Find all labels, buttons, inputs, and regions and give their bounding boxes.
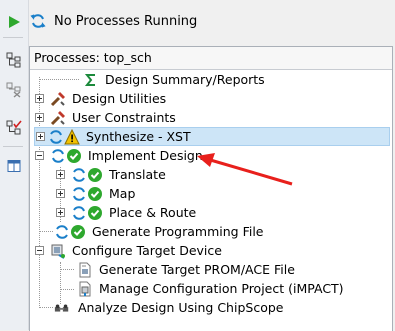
run-button[interactable]	[4, 12, 24, 32]
tree-item-generate-programming-file[interactable]: Generate Programming File	[54, 222, 264, 241]
refresh-icon	[71, 167, 87, 183]
refresh-icon	[54, 224, 70, 240]
tree-item-label: Configure Target Device	[72, 243, 222, 258]
tree-item-label: User Constraints	[72, 110, 176, 125]
tree-connector	[39, 231, 53, 232]
tree-item-label: Generate Programming File	[92, 224, 264, 239]
process-properties-button[interactable]	[4, 118, 24, 138]
collapse-toggle[interactable]	[35, 151, 44, 160]
target-device-icon	[50, 243, 66, 259]
tree-item-label: Analyze Design Using ChipScope	[78, 300, 284, 315]
tree-item-implement-design[interactable]: Implement Design	[35, 146, 203, 165]
tree-item-synthesize-xst[interactable]: Synthesize - XST	[34, 127, 390, 146]
annotation-arrow	[197, 153, 293, 186]
tree-item-label: Implement Design	[88, 148, 203, 163]
chipscope-icon	[54, 300, 70, 316]
refresh-icon	[48, 129, 64, 145]
check-icon	[87, 186, 103, 202]
tree-item-analyze-chipscope[interactable]: Analyze Design Using ChipScope	[54, 298, 283, 317]
prom-file-icon	[77, 262, 93, 278]
check-icon	[70, 224, 86, 240]
window-icon	[7, 160, 21, 172]
collapse-toggle[interactable]	[35, 246, 44, 255]
tree-item-label: Translate	[109, 167, 166, 182]
refresh-icon	[30, 14, 46, 28]
process-status: No Processes Running	[30, 10, 197, 32]
tools-icon	[50, 91, 66, 107]
warning-icon	[64, 128, 80, 145]
expand-toggle[interactable]	[35, 113, 44, 122]
tree-item-generate-target-prom[interactable]: Generate Target PROM/ACE File	[77, 260, 295, 279]
sigma-icon	[83, 72, 99, 88]
tree-item-label: Synthesize - XST	[86, 129, 191, 144]
expand-toggle[interactable]	[56, 208, 65, 217]
tree-expand-icon	[6, 52, 21, 68]
refresh-icon	[50, 148, 66, 164]
tree-item-label: Map	[109, 186, 136, 201]
tree-item-translate[interactable]: Translate	[56, 165, 166, 184]
check-icon	[66, 148, 82, 164]
tree-item-design-utilities[interactable]: Design Utilities	[35, 89, 166, 108]
check-icon	[87, 167, 103, 183]
tree-item-label: Design Utilities	[72, 91, 167, 106]
panel-header: Processes: top_sch	[30, 47, 392, 70]
expand-all-button[interactable]	[4, 50, 24, 70]
tools-icon	[50, 110, 66, 126]
tree-item-manage-configuration-project[interactable]: Manage Configuration Project (iMPACT)	[77, 279, 344, 298]
tree-connector	[60, 269, 74, 270]
tree-connector	[39, 307, 53, 308]
expand-toggle[interactable]	[35, 94, 44, 103]
tree-item-map[interactable]: Map	[56, 184, 135, 203]
collapse-all-button[interactable]	[4, 80, 24, 100]
left-toolbar	[0, 0, 29, 330]
properties-check-icon	[6, 120, 22, 135]
tree-item-place-and-route[interactable]: Place & Route	[56, 203, 196, 222]
tree-item-label: Design Summary/Reports	[105, 72, 265, 87]
refresh-icon	[71, 205, 87, 221]
tree-item-design-summary[interactable]: Design Summary/Reports	[54, 70, 265, 89]
tree-item-label: Generate Target PROM/ACE File	[99, 262, 295, 277]
expand-toggle[interactable]	[56, 170, 65, 179]
toolbar-divider	[3, 37, 23, 38]
tree-item-label: Manage Configuration Project (iMPACT)	[99, 281, 344, 296]
refresh-icon	[71, 186, 87, 202]
tree-connector	[60, 289, 74, 290]
play-icon	[9, 16, 20, 28]
check-icon	[87, 205, 103, 221]
expand-toggle[interactable]	[36, 132, 45, 141]
view-window-button[interactable]	[4, 156, 24, 176]
toolbar-divider	[3, 146, 23, 147]
tree-collapse-icon	[6, 82, 21, 98]
expand-toggle[interactable]	[56, 189, 65, 198]
processes-panel: Processes: top_sch Design Summary/Report…	[29, 46, 393, 331]
status-text: No Processes Running	[54, 13, 198, 29]
tree-item-configure-target-device[interactable]: Configure Target Device	[35, 241, 222, 260]
impact-icon	[77, 281, 93, 297]
tree-item-user-constraints[interactable]: User Constraints	[35, 108, 176, 127]
tree-item-label: Place & Route	[109, 205, 197, 220]
